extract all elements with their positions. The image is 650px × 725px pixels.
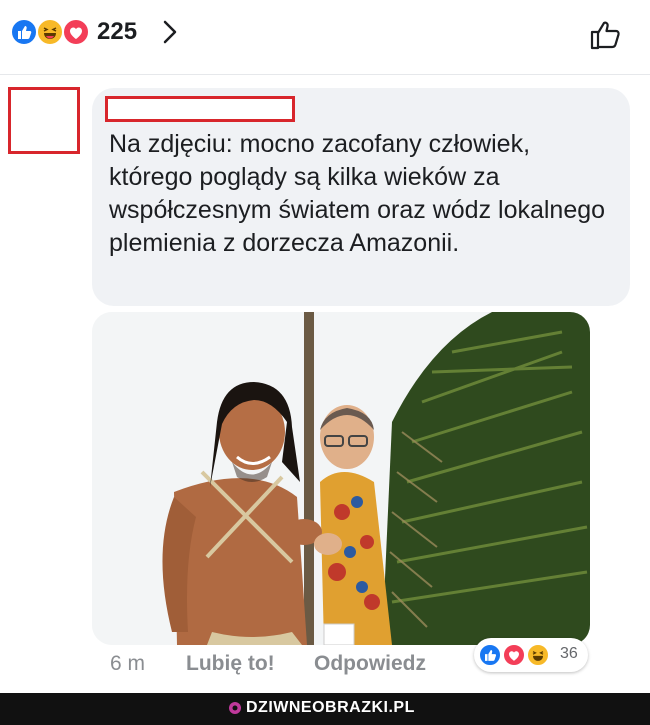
photo-illustration (92, 312, 590, 645)
haha-icon (36, 18, 64, 46)
commenter-name-redacted[interactable] (105, 96, 295, 122)
watermark-text: DZIWNEOBRAZKI.PL (246, 699, 415, 716)
site-logo-icon (229, 702, 241, 714)
like-icon (478, 643, 502, 667)
comment-photo[interactable] (92, 312, 590, 645)
reactions-count[interactable]: 225 (97, 18, 137, 46)
like-link[interactable]: Lubię to! (186, 652, 275, 676)
chevron-right-icon[interactable] (160, 18, 180, 46)
comment-time: 6 m (110, 652, 146, 675)
haha-icon (526, 643, 550, 667)
thumbs-up-icon[interactable] (588, 16, 624, 52)
comment-text: Na zdjęciu: mocno zacofany człowiek, któ… (109, 130, 606, 257)
watermark-bar: DZIWNEOBRAZKI.PL (0, 693, 650, 725)
love-icon (62, 18, 90, 46)
comment-reaction-count: 36 (560, 645, 578, 662)
like-icon (10, 18, 38, 46)
reactions-header: 225 (0, 0, 650, 75)
comment-reactions[interactable]: 36 (474, 638, 588, 672)
reply-link[interactable]: Odpowiedz (314, 652, 426, 676)
love-icon (502, 643, 526, 667)
avatar[interactable] (8, 87, 80, 154)
